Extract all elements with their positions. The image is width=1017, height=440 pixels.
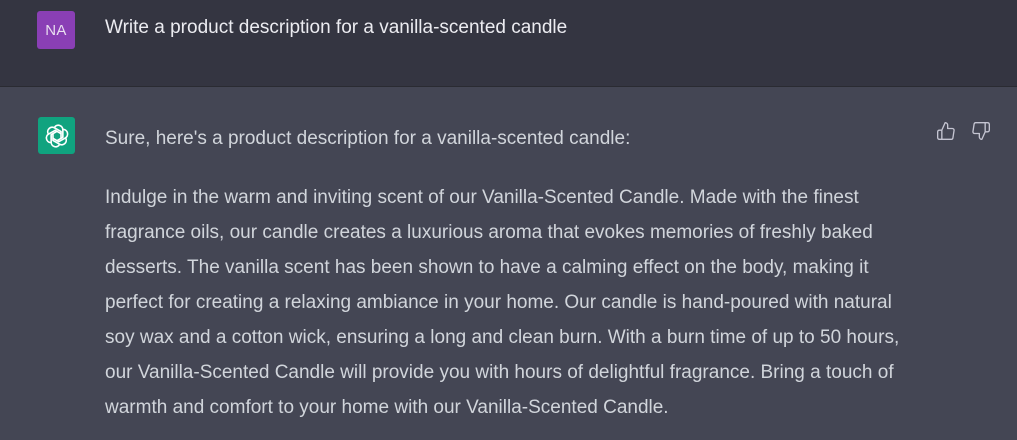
thumbs-up-icon bbox=[937, 122, 955, 140]
assistant-avatar bbox=[38, 117, 75, 154]
assistant-message-body: Indulge in the warm and inviting scent o… bbox=[105, 187, 900, 418]
assistant-message-intro: Sure, here's a product description for a… bbox=[105, 128, 631, 149]
user-avatar: NA bbox=[37, 11, 75, 49]
thumbs-down-button[interactable] bbox=[970, 120, 992, 142]
thumbs-down-icon bbox=[972, 122, 990, 140]
assistant-message-content: Sure, here's a product description for a… bbox=[105, 121, 915, 425]
assistant-message-row: Sure, here's a product description for a… bbox=[0, 87, 1017, 440]
thumbs-up-button[interactable] bbox=[935, 120, 957, 142]
user-message-row: NA Write a product description for a van… bbox=[0, 0, 1017, 87]
openai-logo-icon bbox=[45, 123, 68, 148]
user-message-text: Write a product description for a vanill… bbox=[105, 17, 568, 38]
